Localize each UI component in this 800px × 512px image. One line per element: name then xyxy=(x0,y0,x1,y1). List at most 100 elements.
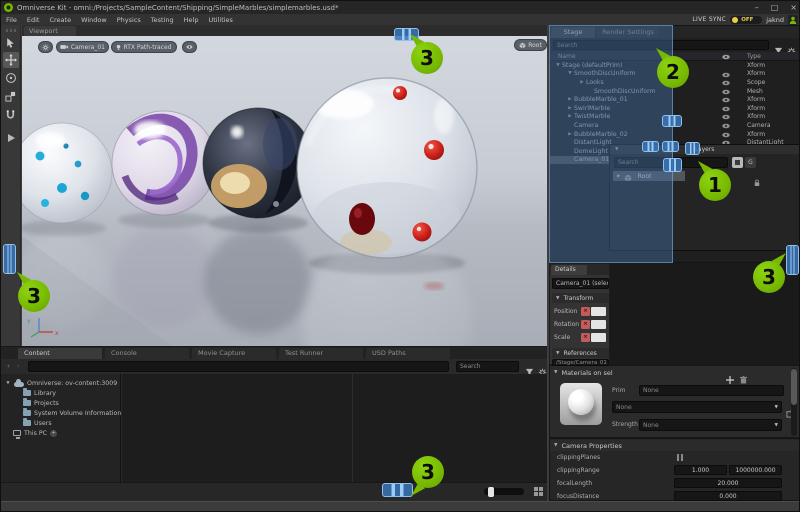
cube-icon xyxy=(519,42,526,49)
back-icon[interactable]: ‹ xyxy=(7,362,10,370)
dock-target-left[interactable] xyxy=(642,141,659,152)
reset-x-button[interactable]: × xyxy=(581,307,590,316)
play-button[interactable] xyxy=(3,130,19,146)
content-files-pane[interactable] xyxy=(122,374,547,482)
collapse-arrow: ▼ xyxy=(556,296,559,301)
menu-item[interactable]: Create xyxy=(44,16,76,24)
move-tool-button[interactable] xyxy=(3,52,19,68)
value-field[interactable]: 0.000 xyxy=(674,491,782,501)
content-tab[interactable]: Content xyxy=(18,348,102,359)
content-tree-row[interactable]: System Volume Information xyxy=(1,408,120,418)
select-tool-button[interactable] xyxy=(3,34,19,50)
maximize-button[interactable]: □ xyxy=(771,3,779,12)
content-tab[interactable]: Movie Capture xyxy=(192,348,276,359)
close-button[interactable]: × xyxy=(790,3,797,12)
transform-section-header[interactable]: ▼ Transform xyxy=(552,293,609,303)
scale-tool-button[interactable] xyxy=(3,88,19,104)
viewport-visibility-button[interactable] xyxy=(182,41,197,53)
content-tree-row[interactable]: Library xyxy=(1,388,120,398)
menu-item[interactable]: Help xyxy=(179,16,204,24)
rotate-icon xyxy=(5,72,17,84)
dock-target-center[interactable] xyxy=(662,141,679,152)
dock-target-bottom[interactable] xyxy=(663,158,682,172)
content-tree-row[interactable]: ▼ Omniverse: ov-content:3009 xyxy=(1,378,120,388)
grid-view-icon[interactable] xyxy=(534,487,543,496)
palette-grip[interactable] xyxy=(6,29,16,32)
content-tab[interactable]: Test Runner xyxy=(279,348,363,359)
materials-scrollbar[interactable] xyxy=(791,368,797,436)
menu-item[interactable]: Window xyxy=(76,16,112,24)
global-mute-button[interactable]: G xyxy=(745,157,756,168)
value-field[interactable] xyxy=(591,320,606,329)
viewport-tab[interactable]: Viewport xyxy=(24,26,76,36)
content-search-input[interactable]: Search xyxy=(456,361,519,372)
item-label: Library xyxy=(34,390,56,397)
empty-array-icon[interactable] xyxy=(677,454,683,461)
material-binding-dropdown[interactable]: None ▼ xyxy=(612,401,782,413)
menu-item[interactable]: Physics xyxy=(112,16,146,24)
live-sync-toggle[interactable]: OFF xyxy=(730,16,762,24)
viewport-settings-button[interactable] xyxy=(38,41,53,53)
viewport-canvas[interactable]: Y x Camera_01 RTX Path-traced Root xyxy=(22,36,547,346)
menu-item[interactable]: Testing xyxy=(146,16,179,24)
insert-sublayer-button[interactable] xyxy=(732,157,743,168)
lock-icon[interactable] xyxy=(754,172,760,191)
prim-type: Scope xyxy=(747,79,765,86)
materials-section-header[interactable]: ▼ Materials on sel xyxy=(550,367,800,378)
path-address-bar[interactable] xyxy=(28,361,449,372)
content-tab[interactable]: USD Paths xyxy=(366,348,450,359)
strength-label: Strength xyxy=(612,421,638,428)
prim-type: Xform xyxy=(747,113,765,120)
dock-handle-left[interactable] xyxy=(3,244,16,274)
details-tabbar: Details xyxy=(550,264,609,275)
callout-2: 2 xyxy=(657,56,689,88)
content-tab[interactable]: Console xyxy=(105,348,189,359)
expand-arrow[interactable]: ▼ xyxy=(5,381,11,386)
camera-select-button[interactable]: Camera_01 xyxy=(56,41,109,53)
content-tree-row[interactable]: Users xyxy=(1,418,120,428)
content-browser-panel: ContentConsoleMovie CaptureTest RunnerUS… xyxy=(1,346,547,501)
snap-tool-button[interactable] xyxy=(3,106,19,122)
person-icon xyxy=(789,16,797,24)
thumbnail-size-slider[interactable] xyxy=(484,488,524,495)
rotate-tool-button[interactable] xyxy=(3,70,19,86)
menubar: FileEditCreateWindowPhysicsTestingHelpUt… xyxy=(1,14,800,25)
value-field[interactable] xyxy=(591,333,606,342)
value-field[interactable]: 1.000 xyxy=(674,465,727,475)
prim-value-field[interactable]: None xyxy=(639,385,784,396)
add-connection-badge[interactable]: + xyxy=(50,430,57,437)
dock-target-right[interactable] xyxy=(685,142,700,155)
prim-type: Camera xyxy=(747,122,771,129)
transform-row: Scale × xyxy=(550,332,609,343)
user-avatar[interactable] xyxy=(788,15,798,25)
dock-handle-bottom[interactable] xyxy=(382,483,413,497)
content-tabbar: ContentConsoleMovie CaptureTest RunnerUS… xyxy=(1,347,547,359)
camera-properties-header[interactable]: ▼ Camera Properties xyxy=(550,440,800,451)
value-field[interactable]: 1000000.000 xyxy=(729,465,782,475)
menu-item[interactable]: Edit xyxy=(22,16,45,24)
references-section-header[interactable]: ▼ References xyxy=(552,348,609,358)
tab-details[interactable]: Details xyxy=(551,265,587,275)
value-field[interactable]: 20.000 xyxy=(674,478,782,488)
strength-dropdown[interactable]: None ▼ xyxy=(639,419,782,431)
minimize-button[interactable]: – xyxy=(755,3,759,12)
folder-icon xyxy=(23,420,31,426)
type-column-header[interactable]: Type xyxy=(747,53,761,60)
selection-field: Camera_01 (selected) xyxy=(552,278,609,289)
camera-properties-panel: ▼ Camera Properties clippingPlanes clipp… xyxy=(549,438,800,501)
content-tree-row[interactable]: Projects xyxy=(1,398,120,408)
dock-target-top[interactable] xyxy=(662,115,682,127)
value-field[interactable] xyxy=(591,307,606,316)
reset-x-button[interactable]: × xyxy=(581,320,590,329)
camera-icon xyxy=(60,44,69,50)
callout-3-left: 3 xyxy=(18,280,50,312)
content-tree-row[interactable]: This PC + xyxy=(1,428,120,438)
renderer-select-button[interactable]: RTX Path-traced xyxy=(111,41,177,53)
dock-handle-right[interactable] xyxy=(786,245,799,275)
menu-item[interactable]: File xyxy=(1,16,22,24)
forward-icon[interactable]: › xyxy=(17,362,20,370)
reset-x-button[interactable]: × xyxy=(581,333,590,342)
menu-item[interactable]: Utilities xyxy=(203,16,237,24)
root-navigation-button[interactable]: Root xyxy=(514,39,547,51)
slider-thumb[interactable] xyxy=(488,487,494,497)
